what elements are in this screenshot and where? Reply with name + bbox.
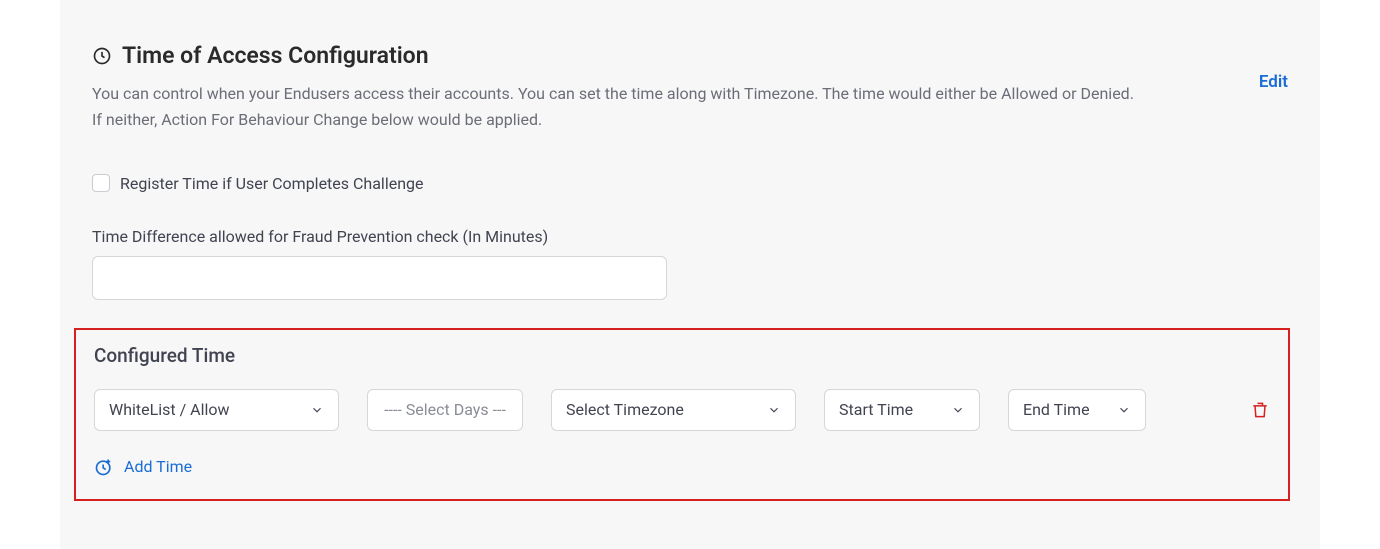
- header-left: Time of Access Configuration You can con…: [92, 42, 1142, 134]
- whitelist-select[interactable]: WhiteList / Allow: [94, 389, 339, 431]
- timezone-select-label: Select Timezone: [566, 400, 684, 419]
- days-select[interactable]: ---- Select Days ---: [367, 389, 523, 431]
- time-row: WhiteList / Allow ---- Select Days --- S…: [94, 389, 1270, 431]
- register-time-checkbox[interactable]: [92, 174, 110, 192]
- header-row: Time of Access Configuration You can con…: [92, 42, 1288, 134]
- end-time-label: End Time: [1023, 400, 1090, 419]
- chevron-down-icon: [767, 403, 781, 417]
- chevron-down-icon: [310, 403, 324, 417]
- days-select-placeholder: ---- Select Days ---: [384, 400, 506, 419]
- clock-icon: [92, 46, 112, 66]
- page-description: You can control when your Endusers acces…: [92, 81, 1142, 134]
- timezone-select[interactable]: Select Timezone: [551, 389, 796, 431]
- end-time-select[interactable]: End Time: [1008, 389, 1146, 431]
- add-time-label: Add Time: [124, 457, 192, 476]
- configured-time-box: Configured Time WhiteList / Allow ---- S…: [74, 328, 1290, 501]
- add-time-button[interactable]: Add Time: [94, 457, 1270, 477]
- edit-link[interactable]: Edit: [1259, 72, 1288, 92]
- trash-icon: [1250, 400, 1270, 420]
- start-time-label: Start Time: [839, 400, 913, 419]
- register-time-row: Register Time if User Completes Challeng…: [92, 174, 1288, 193]
- register-time-label: Register Time if User Completes Challeng…: [120, 174, 424, 193]
- whitelist-select-label: WhiteList / Allow: [109, 400, 230, 419]
- clock-plus-icon: [94, 457, 114, 477]
- title-row: Time of Access Configuration: [92, 42, 1142, 69]
- time-diff-input[interactable]: [92, 256, 667, 300]
- time-diff-label: Time Difference allowed for Fraud Preven…: [92, 227, 1288, 246]
- config-card: Time of Access Configuration You can con…: [60, 0, 1320, 549]
- page-title: Time of Access Configuration: [122, 42, 429, 69]
- configured-time-title: Configured Time: [94, 344, 1270, 367]
- start-time-select[interactable]: Start Time: [824, 389, 980, 431]
- delete-row-button[interactable]: [1250, 400, 1270, 420]
- chevron-down-icon: [1117, 403, 1131, 417]
- chevron-down-icon: [951, 403, 965, 417]
